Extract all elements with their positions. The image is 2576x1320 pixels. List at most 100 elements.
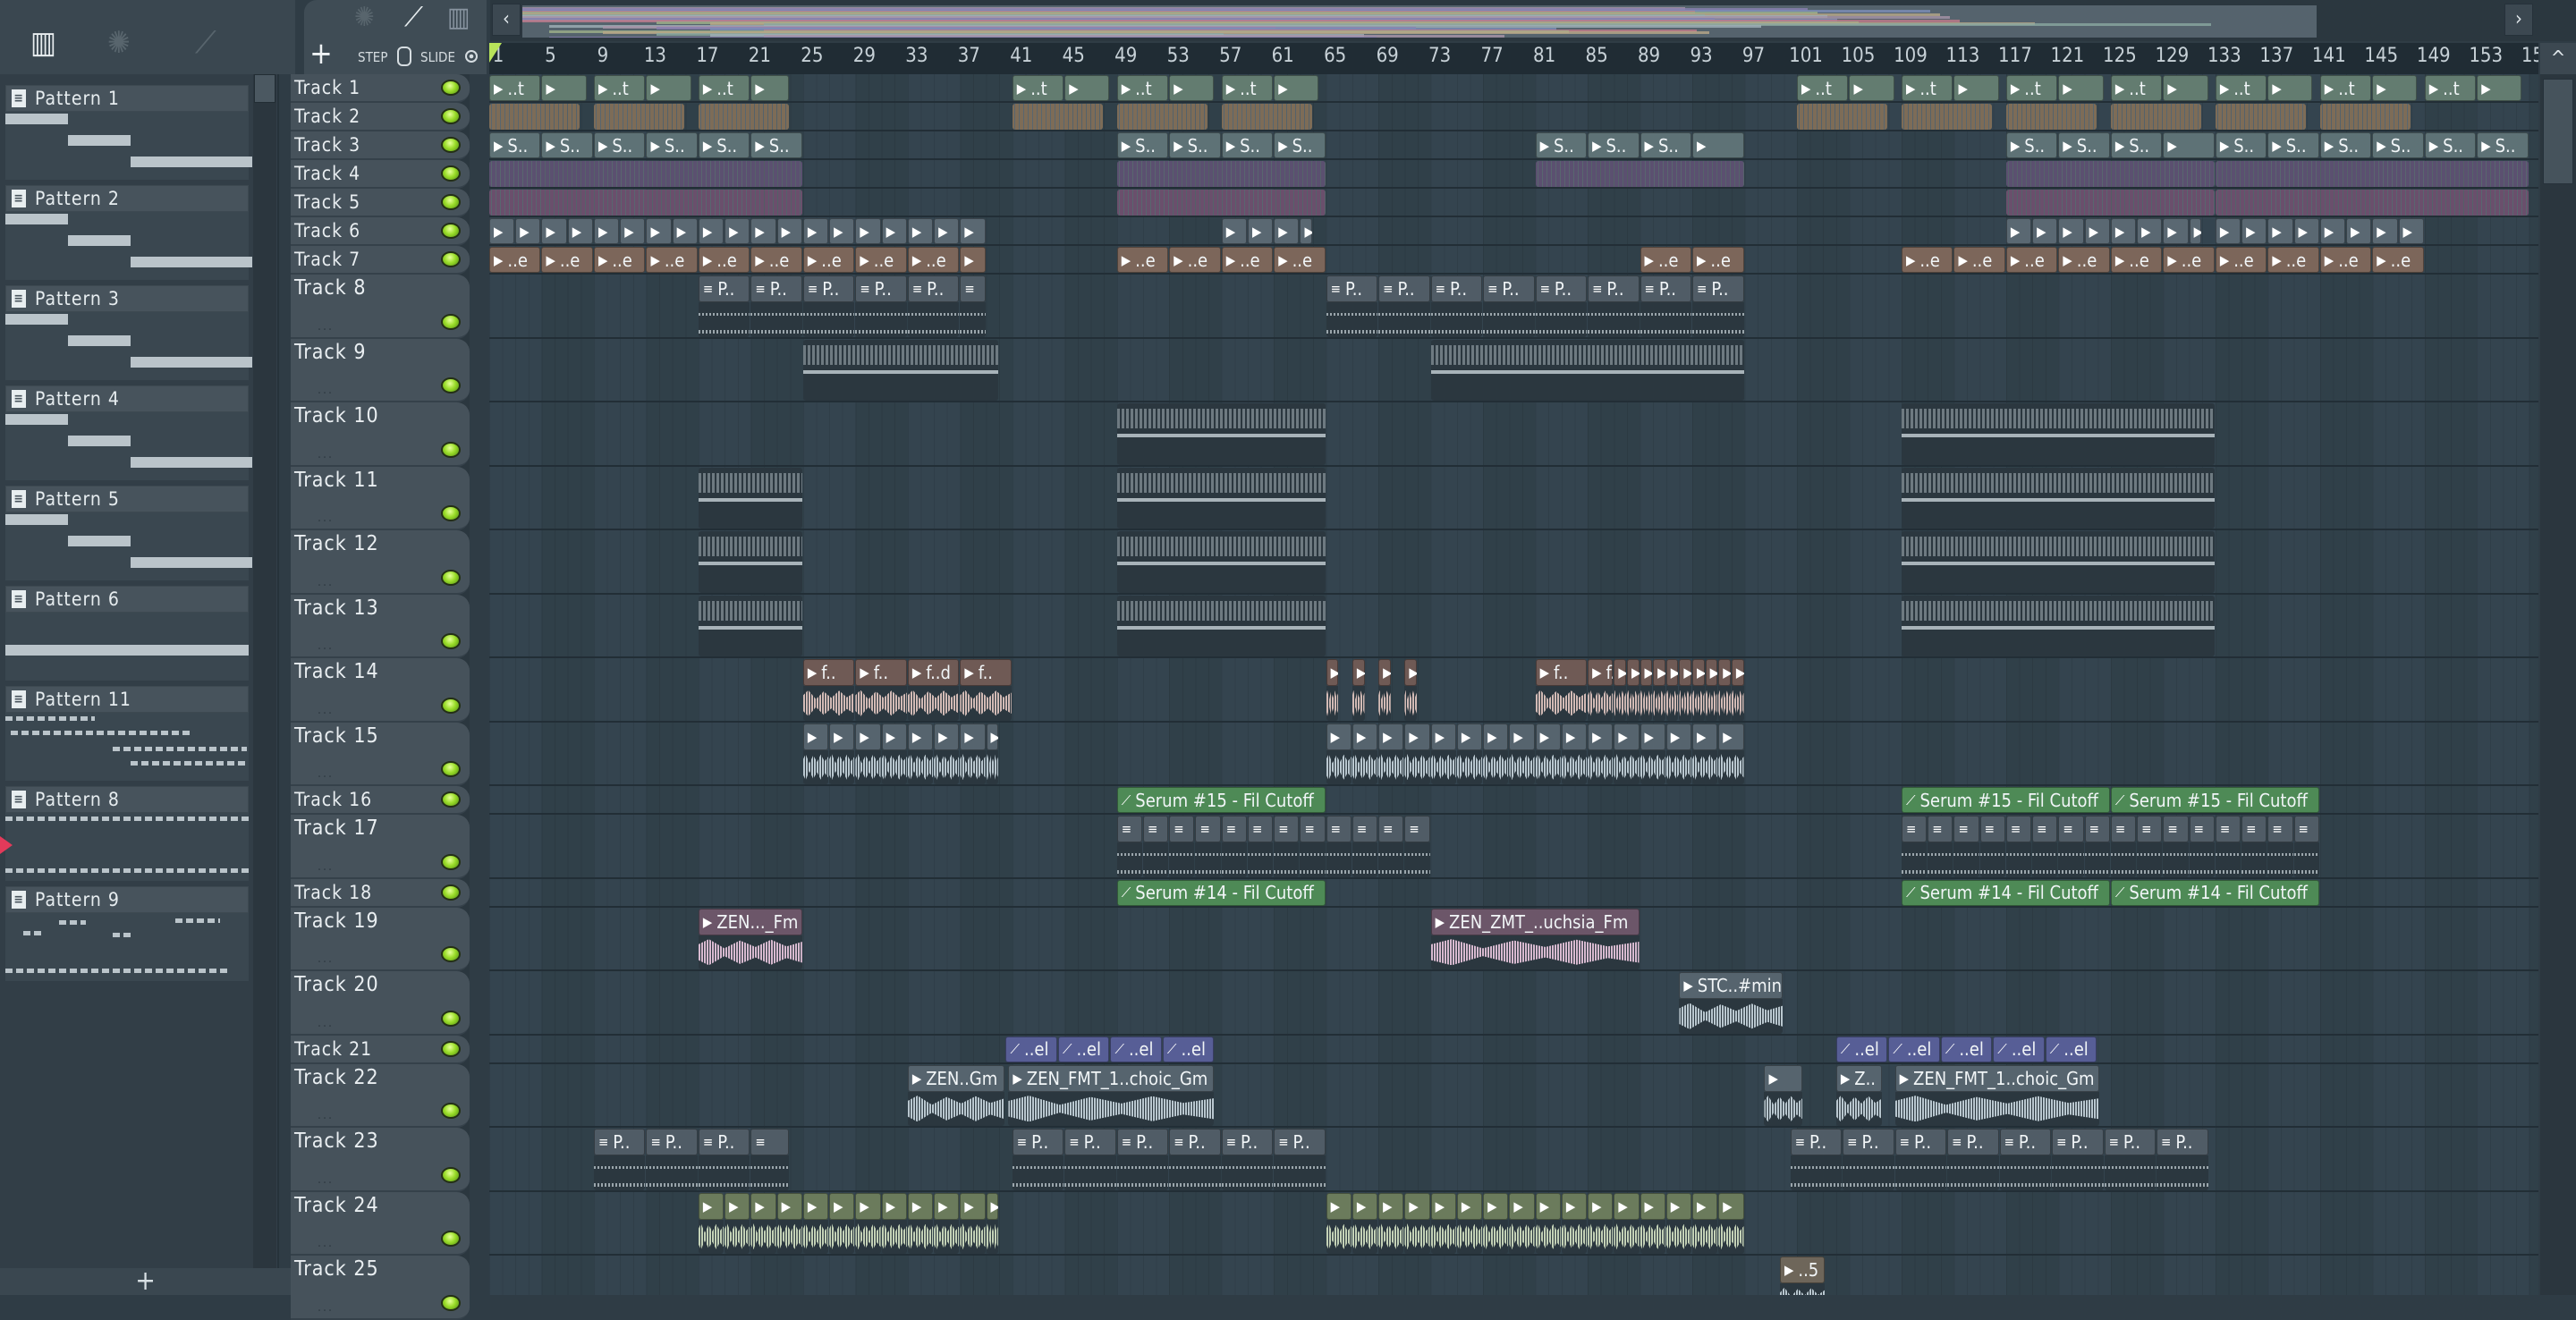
clip[interactable]: ≡ P.. [2052, 1129, 2104, 1190]
clip-header[interactable]: ≡ P.. [907, 275, 960, 302]
track-mute-led[interactable] [441, 441, 461, 458]
picker-scroll-thumb[interactable] [254, 74, 275, 103]
track-header[interactable]: Track 24... [291, 1191, 470, 1256]
clip[interactable]: ≡ [2189, 816, 2215, 877]
clip-header[interactable]: ▶ ..e [750, 247, 802, 273]
clip-header[interactable]: ▶ [881, 1192, 907, 1220]
clip-header[interactable]: ▶ ..e [489, 247, 541, 273]
clip-header[interactable]: ≡ P.. [1326, 275, 1378, 302]
clip[interactable]: ▶ [855, 218, 881, 244]
track-mute-led[interactable] [441, 884, 461, 901]
clip-header[interactable]: ▶ [2058, 218, 2084, 244]
clip[interactable]: ≡ P.. [855, 275, 907, 337]
clip-header[interactable]: ≡ [1352, 816, 1378, 842]
clip-header[interactable]: ▶ [934, 723, 960, 750]
clip[interactable]: ▶ [1640, 723, 1665, 784]
clip[interactable]: ▶ [1509, 723, 1535, 784]
clip-header[interactable]: ▶ S.. [593, 132, 646, 158]
clip-header[interactable]: ≡ P.. [1999, 1129, 2052, 1155]
clip[interactable]: ▶ ..e [802, 247, 855, 273]
clip-header[interactable]: ▶ S.. [489, 132, 541, 158]
clip-header[interactable]: ≡ P.. [1274, 1129, 1326, 1155]
clip[interactable]: ▶ [646, 75, 691, 101]
clip-header[interactable]: ▶ [1326, 723, 1352, 750]
clip-header[interactable]: ▶ [750, 218, 776, 244]
clip[interactable]: ▶ ..t [1797, 75, 1849, 101]
clip[interactable]: ▶ [1169, 75, 1215, 101]
clip[interactable]: ▶ [2293, 218, 2319, 244]
clip[interactable]: ▶ [1326, 659, 1339, 721]
stripe-clip[interactable] [2215, 190, 2529, 216]
clip[interactable]: ▶ [2189, 218, 2202, 244]
track-header[interactable]: Track 22... [291, 1063, 470, 1128]
clip[interactable]: ▶ ..e [907, 247, 960, 273]
clip[interactable]: ▶ S.. [1588, 132, 1640, 158]
clip[interactable]: ≡ P.. [1064, 1129, 1116, 1190]
pattern-clip[interactable] [1116, 403, 1326, 465]
clip[interactable]: ▶ f..d [907, 659, 960, 721]
pattern-header[interactable]: ≡ Pattern 1 [5, 85, 249, 112]
clip[interactable]: ⟋ ..el [1005, 1036, 1057, 1062]
clip-header[interactable]: ▶ [802, 723, 829, 750]
clip[interactable]: ≡ [2241, 816, 2267, 877]
clip-header[interactable]: ▶ [986, 723, 999, 750]
clip[interactable]: ▶ [1352, 1192, 1378, 1254]
clip-header[interactable]: ⟋ Serum #14 - Fil Cutoff [2110, 879, 2319, 906]
clip[interactable]: ▶ [1614, 659, 1626, 721]
clip-header[interactable]: ▶f.. [1588, 659, 1614, 686]
clip-header[interactable]: ▶ [907, 1192, 934, 1220]
pattern-item[interactable]: ≡ Pattern 4 [5, 385, 252, 482]
clip-header[interactable]: ▶ S.. [2267, 132, 2319, 158]
clip[interactable]: ▶ ..e [1901, 247, 1953, 273]
clip[interactable]: ▶ ..t [2215, 75, 2267, 101]
clip[interactable]: ≡ P.. [1378, 275, 1430, 337]
clip-header[interactable]: ≡ P.. [593, 1129, 646, 1155]
clip[interactable]: ▶ [2110, 218, 2137, 244]
clip[interactable]: ▶ [1588, 723, 1614, 784]
clip-header[interactable]: ▶ [1483, 723, 1509, 750]
track-mute-led[interactable] [441, 633, 461, 649]
clip-header[interactable]: ⟋ ..el [1835, 1036, 1888, 1062]
clip-header[interactable]: ▶f.. [855, 659, 907, 686]
clip[interactable]: ▶ [567, 218, 593, 244]
clip[interactable]: ▶ ..e [2163, 247, 2215, 273]
clip[interactable]: ≡ [1221, 816, 1247, 877]
track-header[interactable]: Track 11... [291, 466, 470, 530]
clip[interactable]: ≡ P.. [1483, 275, 1535, 337]
track-header[interactable]: Track 8... [291, 275, 470, 339]
clip-header[interactable]: ▶ [1640, 1192, 1665, 1220]
clip-header[interactable]: ▶ [1274, 75, 1319, 101]
clip[interactable]: ⟋ Serum #14 - Fil Cutoff [2110, 879, 2319, 906]
clip[interactable]: ▶ ..t [2110, 75, 2163, 101]
clip-header[interactable]: ▶ S.. [646, 132, 698, 158]
clip-header[interactable]: ▶ ..e [593, 247, 646, 273]
clip-header[interactable]: ▶ [802, 1192, 829, 1220]
clip[interactable]: ▶ [1764, 1064, 1803, 1126]
clip-header[interactable]: ▶ ZEN_ZMT_..uchsia_Fm [1430, 908, 1640, 935]
clip-header[interactable]: ▶ [2110, 218, 2137, 244]
clip-header[interactable]: ▶ [1614, 659, 1626, 686]
clip[interactable]: ▶ [593, 218, 620, 244]
clip-header[interactable]: ▶ [776, 218, 802, 244]
clip-header[interactable]: ▶ [960, 247, 986, 273]
clip-header[interactable]: ▶ [1221, 218, 1247, 244]
clip-header[interactable]: ▶ S.. [2005, 132, 2058, 158]
clip[interactable]: ▶ ..e [2215, 247, 2267, 273]
track-header[interactable]: Track 7 [291, 246, 470, 275]
clip[interactable]: ▶ ..e [2058, 247, 2110, 273]
clip[interactable]: ▶ ..e [1692, 247, 1744, 273]
track-header[interactable]: Track 14... [291, 658, 470, 723]
clip[interactable]: ▶ [1692, 659, 1705, 721]
clip-header[interactable]: ▶ [2163, 75, 2208, 101]
clip-header[interactable]: ▶ ..e [1221, 247, 1274, 273]
clip-header[interactable]: ▶ [1483, 1192, 1509, 1220]
clip-header[interactable]: ▶ [750, 75, 790, 101]
clip-header[interactable]: ≡ [2137, 816, 2163, 842]
clip[interactable]: ≡ [1979, 816, 2005, 877]
clip-header[interactable]: ▶ [1588, 1192, 1614, 1220]
clip[interactable]: ▶ ..t [1901, 75, 1953, 101]
clip[interactable]: ▶ ZEN..Gm [907, 1064, 1005, 1126]
clip[interactable]: ▶ S.. [593, 132, 646, 158]
clip[interactable]: ≡ [1116, 816, 1142, 877]
clip-header[interactable]: ≡ P.. [1790, 1129, 1843, 1155]
